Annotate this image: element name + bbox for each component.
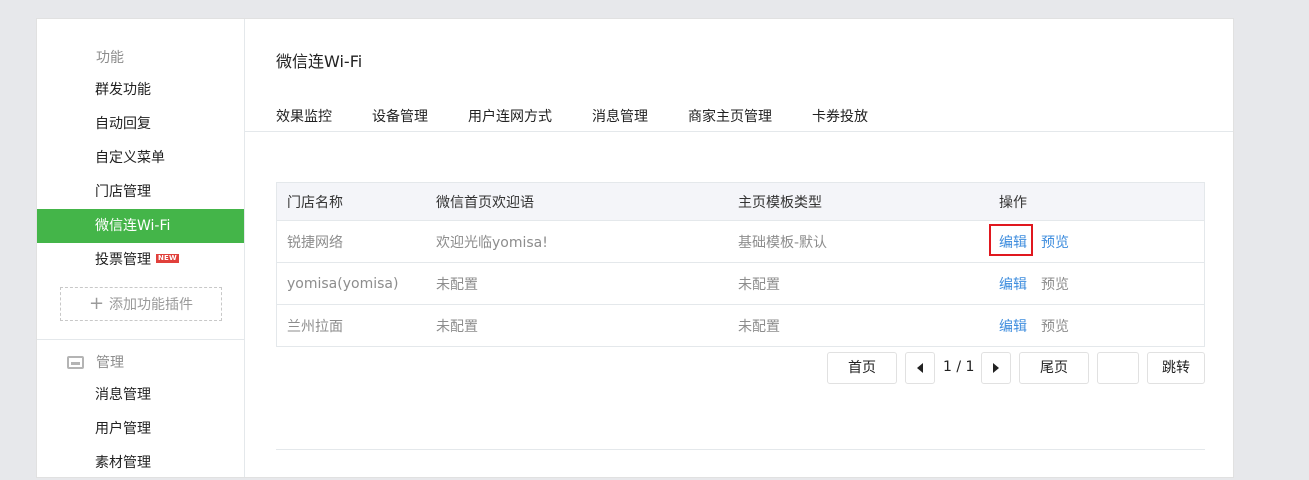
table-row: yomisa(yomisa) 未配置 未配置 编辑 预览	[277, 262, 1204, 304]
chevron-left-icon	[917, 363, 923, 373]
sidebar-item-label: 素材管理	[95, 455, 151, 471]
template-type: 未配置	[738, 276, 780, 293]
plus-icon: +	[88, 293, 105, 314]
new-badge: NEW	[156, 254, 179, 263]
sidebar: 功能 群发功能 自动回复 自定义菜单 门店管理 微信连Wi-Fi 投票管理 NEW…	[37, 19, 245, 477]
content-panel: 功能 群发功能 自动回复 自定义菜单 门店管理 微信连Wi-Fi 投票管理 NEW…	[36, 18, 1234, 478]
section-functions: 功能	[67, 47, 124, 67]
tab-coupon-delivery[interactable]: 卡券投放	[812, 106, 868, 126]
template-type: 基础模板-默认	[738, 234, 828, 251]
tab-user-connect-method[interactable]: 用户连网方式	[468, 106, 552, 126]
header-store-name: 门店名称	[287, 194, 343, 211]
sidebar-item-label: 微信连Wi-Fi	[95, 218, 171, 234]
sidebar-item-label: 用户管理	[95, 421, 151, 437]
tab-message-management[interactable]: 消息管理	[592, 106, 648, 126]
sidebar-item-material-management[interactable]: 素材管理	[37, 446, 244, 480]
sidebar-item-label: 自定义菜单	[95, 150, 165, 166]
chevron-right-icon	[993, 363, 999, 373]
table-header: 门店名称 微信首页欢迎语 主页模板类型 操作	[277, 183, 1204, 220]
table-row: 兰州拉面 未配置 未配置 编辑 预览	[277, 304, 1204, 346]
sidebar-item-auto-reply[interactable]: 自动回复	[37, 107, 244, 141]
sidebar-item-custom-menu[interactable]: 自定义菜单	[37, 141, 244, 175]
sidebar-item-mass-send[interactable]: 群发功能	[37, 73, 244, 107]
sidebar-divider	[37, 339, 244, 340]
welcome-text: 未配置	[436, 318, 478, 335]
page-indicator: 1 / 1	[943, 359, 975, 375]
jump-button[interactable]: 跳转	[1147, 352, 1205, 384]
tab-device-management[interactable]: 设备管理	[372, 106, 428, 126]
store-name: 锐捷网络	[287, 234, 343, 251]
header-template: 主页模板类型	[738, 194, 822, 211]
welcome-text: 欢迎光临yomisa!	[436, 234, 548, 251]
table-row: 锐捷网络 欢迎光临yomisa! 基础模板-默认 编辑 预览	[277, 220, 1204, 262]
template-type: 未配置	[738, 318, 780, 335]
sidebar-item-label: 投票管理	[95, 252, 151, 268]
sidebar-item-vote-management[interactable]: 投票管理 NEW	[37, 243, 244, 277]
preview-link[interactable]: 预览	[1041, 232, 1069, 252]
add-plugin-button[interactable]: + 添加功能插件	[60, 287, 222, 321]
first-page-button[interactable]: 首页	[827, 352, 897, 384]
preview-link[interactable]: 预览	[1041, 274, 1069, 294]
sidebar-item-label: 门店管理	[95, 184, 151, 200]
edit-highlight-box	[989, 224, 1033, 256]
main-content: 微信连Wi-Fi 效果监控 设备管理 用户连网方式 消息管理 商家主页管理 卡券…	[245, 19, 1233, 477]
section-management: 管理	[67, 352, 124, 372]
edit-link[interactable]: 编辑	[999, 316, 1027, 336]
row-actions: 编辑 预览	[999, 305, 1069, 346]
header-welcome: 微信首页欢迎语	[436, 194, 534, 211]
prev-page-button[interactable]	[905, 352, 935, 384]
preview-link[interactable]: 预览	[1041, 316, 1069, 336]
page-title: 微信连Wi-Fi	[276, 52, 363, 71]
section-title: 管理	[96, 355, 124, 371]
last-page-button[interactable]: 尾页	[1019, 352, 1089, 384]
grid-icon	[67, 49, 84, 66]
sidebar-item-wifi[interactable]: 微信连Wi-Fi	[37, 209, 244, 243]
tab-merchant-homepage[interactable]: 商家主页管理	[688, 106, 772, 126]
edit-link[interactable]: 编辑	[999, 274, 1027, 294]
tab-bar: 效果监控 设备管理 用户连网方式 消息管理 商家主页管理 卡券投放	[245, 89, 1233, 132]
sidebar-item-user-management[interactable]: 用户管理	[37, 412, 244, 446]
row-actions: 编辑 预览	[999, 263, 1069, 304]
bottom-divider	[276, 449, 1205, 450]
sidebar-item-store-management[interactable]: 门店管理	[37, 175, 244, 209]
inbox-icon	[67, 354, 84, 371]
page-jump-input[interactable]	[1097, 352, 1139, 384]
sidebar-item-label: 自动回复	[95, 116, 151, 132]
next-page-button[interactable]	[981, 352, 1011, 384]
tab-effect-monitor[interactable]: 效果监控	[276, 106, 332, 126]
sidebar-item-message-management[interactable]: 消息管理	[37, 378, 244, 412]
add-plugin-label: 添加功能插件	[109, 297, 194, 313]
welcome-text: 未配置	[436, 276, 478, 293]
store-name: 兰州拉面	[287, 318, 343, 335]
section-title: 功能	[96, 50, 124, 66]
store-name: yomisa(yomisa)	[287, 275, 399, 292]
sidebar-item-label: 群发功能	[95, 82, 151, 98]
store-table: 门店名称 微信首页欢迎语 主页模板类型 操作 锐捷网络 欢迎光临yomisa! …	[276, 182, 1205, 347]
sidebar-item-label: 消息管理	[95, 387, 151, 403]
header-actions: 操作	[999, 194, 1027, 211]
